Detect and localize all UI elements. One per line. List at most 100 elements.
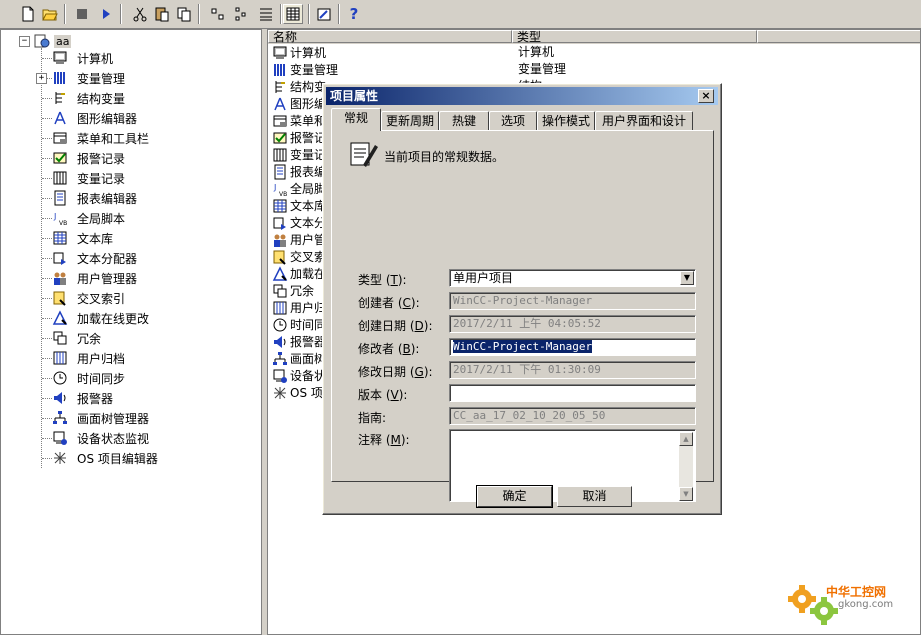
tab-options[interactable]: 选项 [489, 111, 537, 130]
list-item[interactable]: OS 项 [272, 384, 323, 401]
creator-field: WinCC-Project-Manager [449, 292, 696, 310]
text-distributor-icon [272, 215, 288, 231]
column-header-empty[interactable] [757, 30, 920, 43]
report-designer-icon [51, 189, 69, 207]
horn-icon [51, 389, 69, 407]
list-item[interactable]: 文本分 [272, 214, 326, 231]
list-item[interactable]: 用户管 [272, 231, 326, 248]
cut-icon[interactable] [130, 4, 150, 24]
tree-item[interactable]: 文本分配器 [51, 248, 137, 268]
copy-icon[interactable] [174, 4, 194, 24]
computer-icon [272, 45, 288, 61]
project-wizard-icon [350, 142, 378, 167]
tree-item[interactable]: 设备状态监视 [51, 428, 149, 448]
properties-icon[interactable] [314, 4, 334, 24]
user-archive-icon [51, 349, 69, 367]
graphics-designer-icon [272, 96, 288, 112]
type-select[interactable]: 单用户项目 ▼ [449, 269, 696, 287]
list-item[interactable]: 图形编 [272, 95, 326, 112]
alarm-logging-icon [51, 149, 69, 167]
scroll-up-icon[interactable]: ▲ [679, 432, 693, 446]
tree-item[interactable]: 计算机 [51, 48, 113, 68]
list-item[interactable]: 报警记 [272, 129, 326, 146]
tree-item[interactable]: 报警记录 [51, 148, 125, 168]
global-script-icon: J VB [272, 181, 288, 197]
column-header-type[interactable]: 类型 [512, 30, 757, 44]
list-item[interactable]: 加载在 [272, 265, 326, 282]
tab-user-interface-design[interactable]: 用户界面和设计 [595, 111, 693, 130]
tree-item[interactable]: 加载在线更改 [51, 308, 149, 328]
tab-hotkeys[interactable]: 热键 [439, 111, 489, 130]
collapse-icon[interactable]: − [19, 35, 30, 47]
tree-item[interactable]: 报表编辑器 [51, 188, 137, 208]
list-item[interactable]: 结构变 [272, 78, 326, 95]
tree-item[interactable]: 时间同步 [51, 368, 125, 388]
tree-item[interactable]: J VB 全局脚本 [51, 208, 125, 228]
grid-view-icon[interactable] [283, 4, 303, 24]
tree-item[interactable]: 变量记录 [51, 168, 125, 188]
list-view-icon[interactable] [232, 4, 252, 24]
tree-item[interactable]: 用户管理器 [51, 268, 137, 288]
struct-tag-icon [272, 79, 288, 95]
ok-button[interactable]: 确定 [476, 485, 553, 508]
tree-item[interactable]: 画面树管理器 [51, 408, 149, 428]
details-view-icon[interactable] [256, 4, 276, 24]
paste-icon[interactable] [152, 4, 172, 24]
cancel-button[interactable]: 取消 [557, 486, 632, 507]
list-item[interactable]: 文本库 [272, 197, 326, 214]
dialog-title-bar[interactable]: 项目属性 × [326, 87, 718, 105]
list-item[interactable]: 变量记 [272, 146, 326, 163]
general-tab-panel: 当前项目的常规数据。 类型 (T): 单用户项目 ▼ 创建者 (C): WinC… [331, 130, 714, 502]
tab-update-cycles[interactable]: 更新周期 [381, 111, 439, 130]
graphics-designer-icon [51, 109, 69, 127]
tree-item[interactable]: 冗余 [51, 328, 101, 348]
tree-item[interactable]: 图形编辑器 [51, 108, 137, 128]
version-field[interactable] [449, 384, 696, 402]
tree-item[interactable]: 结构变量 [51, 88, 125, 108]
tree-item[interactable]: 报警器 [51, 388, 113, 408]
small-icons-icon[interactable] [208, 4, 228, 24]
list-item[interactable]: 画面树 [272, 350, 326, 367]
notes-scrollbar[interactable]: ▲ ▼ [679, 432, 693, 501]
list-item[interactable]: 菜单和 [272, 112, 326, 129]
modifier-field[interactable]: WinCC-Project-Manager [449, 338, 696, 356]
tree-item-label: 结构变量 [77, 91, 126, 106]
list-item-name: 文本库 [290, 199, 327, 213]
list-item[interactable]: 计算机 [272, 44, 326, 61]
list-item[interactable]: 报表编 [272, 163, 326, 180]
list-item[interactable]: 设备状 [272, 367, 326, 384]
list-item[interactable]: 用户归 [272, 299, 326, 316]
user-administrator-icon [51, 269, 69, 287]
tree-root-label: aa [54, 34, 72, 48]
list-item[interactable]: 冗余 [272, 282, 314, 299]
list-item[interactable]: J VB 全局脚 [272, 180, 326, 197]
scroll-down-icon[interactable]: ▼ [679, 487, 693, 501]
list-item[interactable]: 交叉索 [272, 248, 326, 265]
stop-icon[interactable] [72, 4, 92, 24]
new-file-icon[interactable] [18, 4, 38, 24]
tree-item[interactable]: 菜单和工具栏 [51, 128, 149, 148]
open-folder-icon[interactable] [40, 4, 60, 24]
help-icon[interactable]: ? [344, 4, 364, 24]
tab-general[interactable]: 常规 [331, 108, 381, 131]
tree-item[interactable]: 用户归档 [51, 348, 125, 368]
expand-icon[interactable]: + [36, 73, 47, 84]
toolbar-separator [120, 4, 122, 24]
watermark-title: 中华工控网 [826, 585, 887, 599]
list-item-name: 计算机 [290, 46, 327, 60]
column-header-name[interactable]: 名称 [268, 30, 512, 44]
close-icon[interactable]: × [698, 89, 714, 103]
tab-operating-mode[interactable]: 操作模式 [537, 111, 595, 130]
list-item[interactable]: 报警器 [272, 333, 326, 350]
list-header: 名称 类型 [268, 30, 920, 44]
toolbar-separator [198, 4, 200, 24]
tree-item-label: 加载在线更改 [77, 311, 150, 326]
tree-item[interactable]: 交叉索引 [51, 288, 125, 308]
tree-item[interactable]: 文本库 [51, 228, 113, 248]
list-item[interactable]: 变量管理 [272, 61, 338, 78]
tree-item[interactable]: 变量管理 [51, 68, 125, 88]
list-item[interactable]: 时间同 [272, 316, 326, 333]
chevron-down-icon[interactable]: ▼ [680, 271, 694, 285]
tree-item[interactable]: OS 项目编辑器 [51, 448, 158, 468]
play-icon[interactable] [96, 4, 116, 24]
